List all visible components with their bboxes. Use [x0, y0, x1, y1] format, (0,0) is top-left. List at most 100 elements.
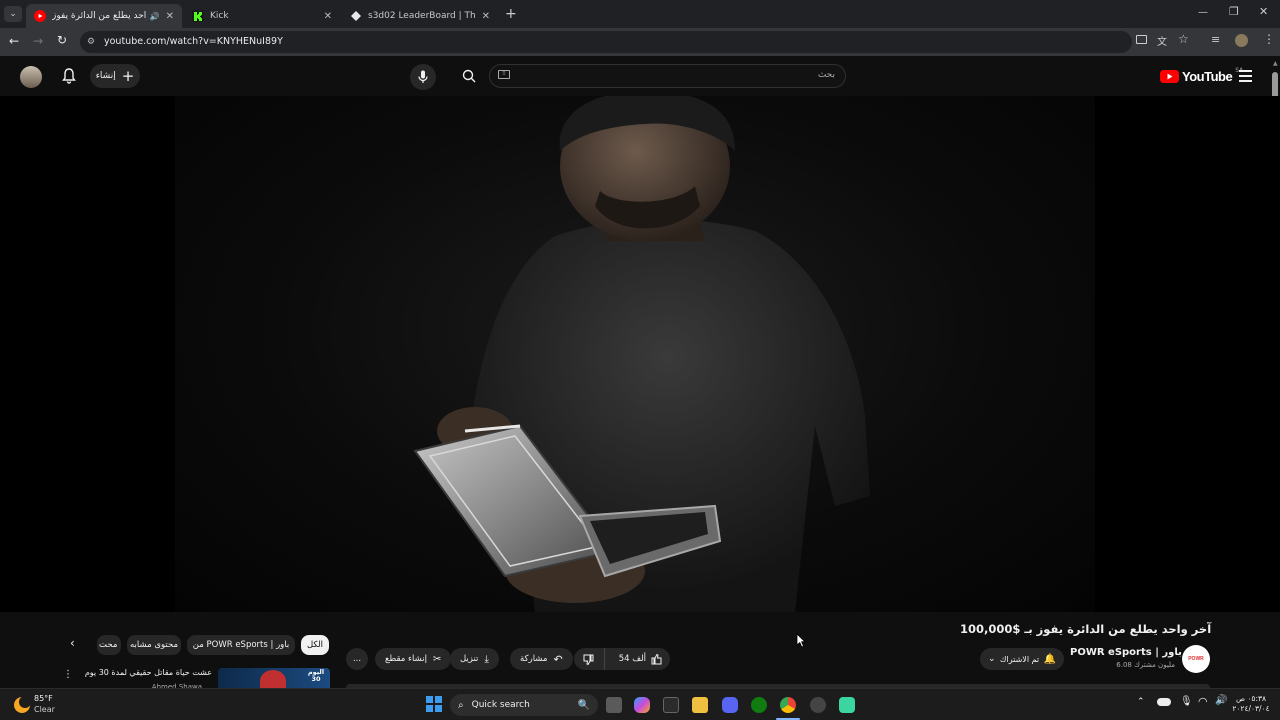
microphone-tray-icon[interactable]: 🎙	[1180, 696, 1193, 707]
guide-menu-icon[interactable]	[1239, 70, 1252, 82]
task-view-icon[interactable]	[606, 697, 622, 713]
show-hidden-icons-chevron-icon[interactable]: ⌃	[1137, 697, 1145, 707]
notifications-bell-icon[interactable]	[62, 68, 76, 84]
address-bar[interactable]: ⚙ youtube.com/watch?v=KNYHENuI89Y	[80, 31, 1132, 53]
close-window-icon[interactable]: ✕	[1259, 5, 1268, 18]
xbox-icon[interactable]	[751, 697, 767, 713]
close-tab-icon[interactable]: ✕	[324, 11, 332, 22]
close-tab-icon[interactable]: ✕	[166, 11, 174, 22]
system-clock[interactable]: ٠٥:٣٨ ص ٢٠٢٤/٠٣/٠٤	[1232, 694, 1270, 714]
back-arrow-icon[interactable]: ←	[9, 34, 19, 48]
chevron-down-icon: ⌄	[988, 654, 996, 664]
download-label: تنزيل	[460, 654, 479, 664]
share-arrow-icon: ↶	[553, 652, 563, 666]
chip-truncated[interactable]: محت	[97, 635, 121, 655]
create-label: إنشاء	[95, 71, 116, 81]
search-placeholder: بحث	[817, 70, 835, 80]
cast-icon[interactable]	[1136, 35, 1147, 44]
microphone-icon	[418, 70, 428, 83]
browser-menu-icon[interactable]: ⋮	[1263, 32, 1275, 46]
video-player[interactable]	[0, 96, 1280, 612]
search-button[interactable]	[455, 64, 483, 88]
youtube-play-logo-icon	[1160, 70, 1179, 83]
powr-logo-icon: POWR	[1188, 656, 1204, 662]
onedrive-cloud-icon[interactable]	[1157, 698, 1171, 706]
clock-date: ٢٠٢٤/٠٣/٠٤	[1232, 704, 1270, 713]
recommended-title[interactable]: عشت حياة مقاتل حقيقي لمدة 30 يوم	[80, 668, 212, 677]
site-info-icon[interactable]: ⚙	[87, 31, 95, 53]
maximize-icon[interactable]: ❐	[1229, 5, 1239, 18]
taskbar-search-box[interactable]: ⌕ Quick search 🔍	[450, 694, 598, 716]
chip-from-channel[interactable]: من POWR eSports | باور	[187, 635, 295, 655]
weather-widget[interactable]	[12, 695, 32, 715]
profile-avatar[interactable]	[1235, 34, 1248, 47]
dislike-button[interactable]	[574, 648, 605, 670]
chip-all[interactable]: الكل	[301, 635, 329, 655]
channel-name[interactable]: POWR eSports | باور	[1070, 647, 1182, 658]
more-actions-button[interactable]: ...	[346, 648, 368, 670]
tab-list-button[interactable]: ⌄	[4, 6, 22, 22]
download-icon: ⤓	[484, 653, 489, 665]
video-scene-man-with-briefcase	[413, 96, 870, 612]
plus-icon: +	[121, 66, 135, 85]
windows-taskbar: 85°F Clear ⌕ Quick search 🔍 ⌃ 🎙 ◠ 🔊 ٠٥:٣…	[0, 688, 1280, 720]
clip-label: إنشاء مقطع	[385, 654, 427, 664]
file-explorer-icon[interactable]	[692, 697, 708, 713]
whatsapp-icon[interactable]	[839, 697, 855, 713]
copilot-icon[interactable]	[634, 697, 650, 713]
tab-leaderboard[interactable]: s3d02 LeaderBoard | The best ✕	[342, 4, 498, 28]
share-button[interactable]: مشاركة ↶	[510, 648, 573, 670]
channel-avatar[interactable]: POWR	[1182, 645, 1210, 673]
search-icon	[462, 69, 476, 83]
notification-bell-icon: 🔔	[1043, 653, 1056, 665]
youtube-logo[interactable]: YouTube SA	[1160, 67, 1243, 84]
download-button[interactable]: تنزيل ⤓	[450, 648, 499, 670]
url-text: youtube.com/watch?v=KNYHENuI89Y	[104, 36, 283, 47]
translate-icon[interactable]: 文	[1157, 33, 1167, 48]
chip-related[interactable]: محتوى مشابه	[127, 635, 181, 655]
close-tab-icon[interactable]: ✕	[482, 11, 490, 22]
wifi-icon[interactable]: ◠	[1198, 695, 1208, 708]
audio-playing-icon[interactable]: 🔊	[150, 12, 160, 21]
tab-youtube[interactable]: آخر واحد يطلع من الدائرة يفوز 🔊 ✕	[26, 4, 182, 28]
voice-search-button[interactable]	[410, 64, 436, 90]
moon-weather-icon	[14, 696, 31, 713]
chrome-icon[interactable]	[780, 697, 796, 713]
new-tab-plus-icon[interactable]: +	[505, 6, 517, 22]
reload-icon[interactable]: ↻	[57, 33, 67, 47]
chatgpt-icon[interactable]	[810, 697, 826, 713]
kick-favicon-icon	[192, 10, 204, 22]
microsoft-store-icon[interactable]	[663, 697, 679, 713]
youtube-favicon-icon	[34, 10, 46, 22]
thumbnail-text: اليوم 30	[307, 668, 325, 683]
thumbs-up-icon	[651, 653, 662, 664]
search-input[interactable]: ⠿ بحث	[489, 64, 846, 88]
forward-arrow-icon[interactable]: →	[33, 34, 43, 48]
volume-icon[interactable]: 🔊	[1215, 695, 1227, 706]
recommended-thumbnail[interactable]: اليوم 30	[218, 668, 330, 688]
recommended-menu-icon[interactable]: ⋮	[63, 669, 73, 680]
windows-start-icon[interactable]	[426, 696, 442, 712]
youtube-header: إنشاء + ⠿ بحث YouTube SA	[0, 56, 1280, 96]
subscribed-button[interactable]: ⌄ تم الاشتراك 🔔	[980, 648, 1064, 670]
thumbs-down-icon	[583, 654, 594, 665]
browser-toolbar: ← → ↻ ⚙ youtube.com/watch?v=KNYHENuI89Y …	[0, 28, 1280, 56]
tab-kick[interactable]: Kick ✕	[184, 4, 340, 28]
like-dislike-group: 54 ألف	[574, 648, 670, 670]
reading-list-icon[interactable]: ≡	[1211, 33, 1220, 46]
chips-scroll-left-icon[interactable]: ‹	[70, 636, 75, 650]
tab-title: s3d02 LeaderBoard | The best	[368, 11, 476, 21]
minimize-icon[interactable]: —	[1198, 7, 1208, 18]
discord-icon[interactable]	[722, 697, 738, 713]
subscriber-count: 6.08 مليون مشترك	[1116, 661, 1175, 669]
weather-condition: Clear	[34, 705, 55, 714]
clip-button[interactable]: إنشاء مقطع ✂	[375, 648, 452, 670]
diamond-favicon-icon	[350, 10, 362, 22]
bookmark-star-icon[interactable]: ☆	[1178, 32, 1189, 46]
scroll-up-arrow-icon[interactable]: ▲	[1273, 60, 1278, 67]
browser-tab-bar: ⌄ آخر واحد يطلع من الدائرة يفوز 🔊 ✕ Kick…	[0, 0, 1280, 28]
like-button[interactable]: 54 ألف	[611, 653, 670, 665]
keyboard-icon[interactable]: ⠿	[498, 70, 510, 79]
create-button[interactable]: إنشاء +	[90, 64, 140, 88]
account-avatar[interactable]	[20, 66, 42, 88]
